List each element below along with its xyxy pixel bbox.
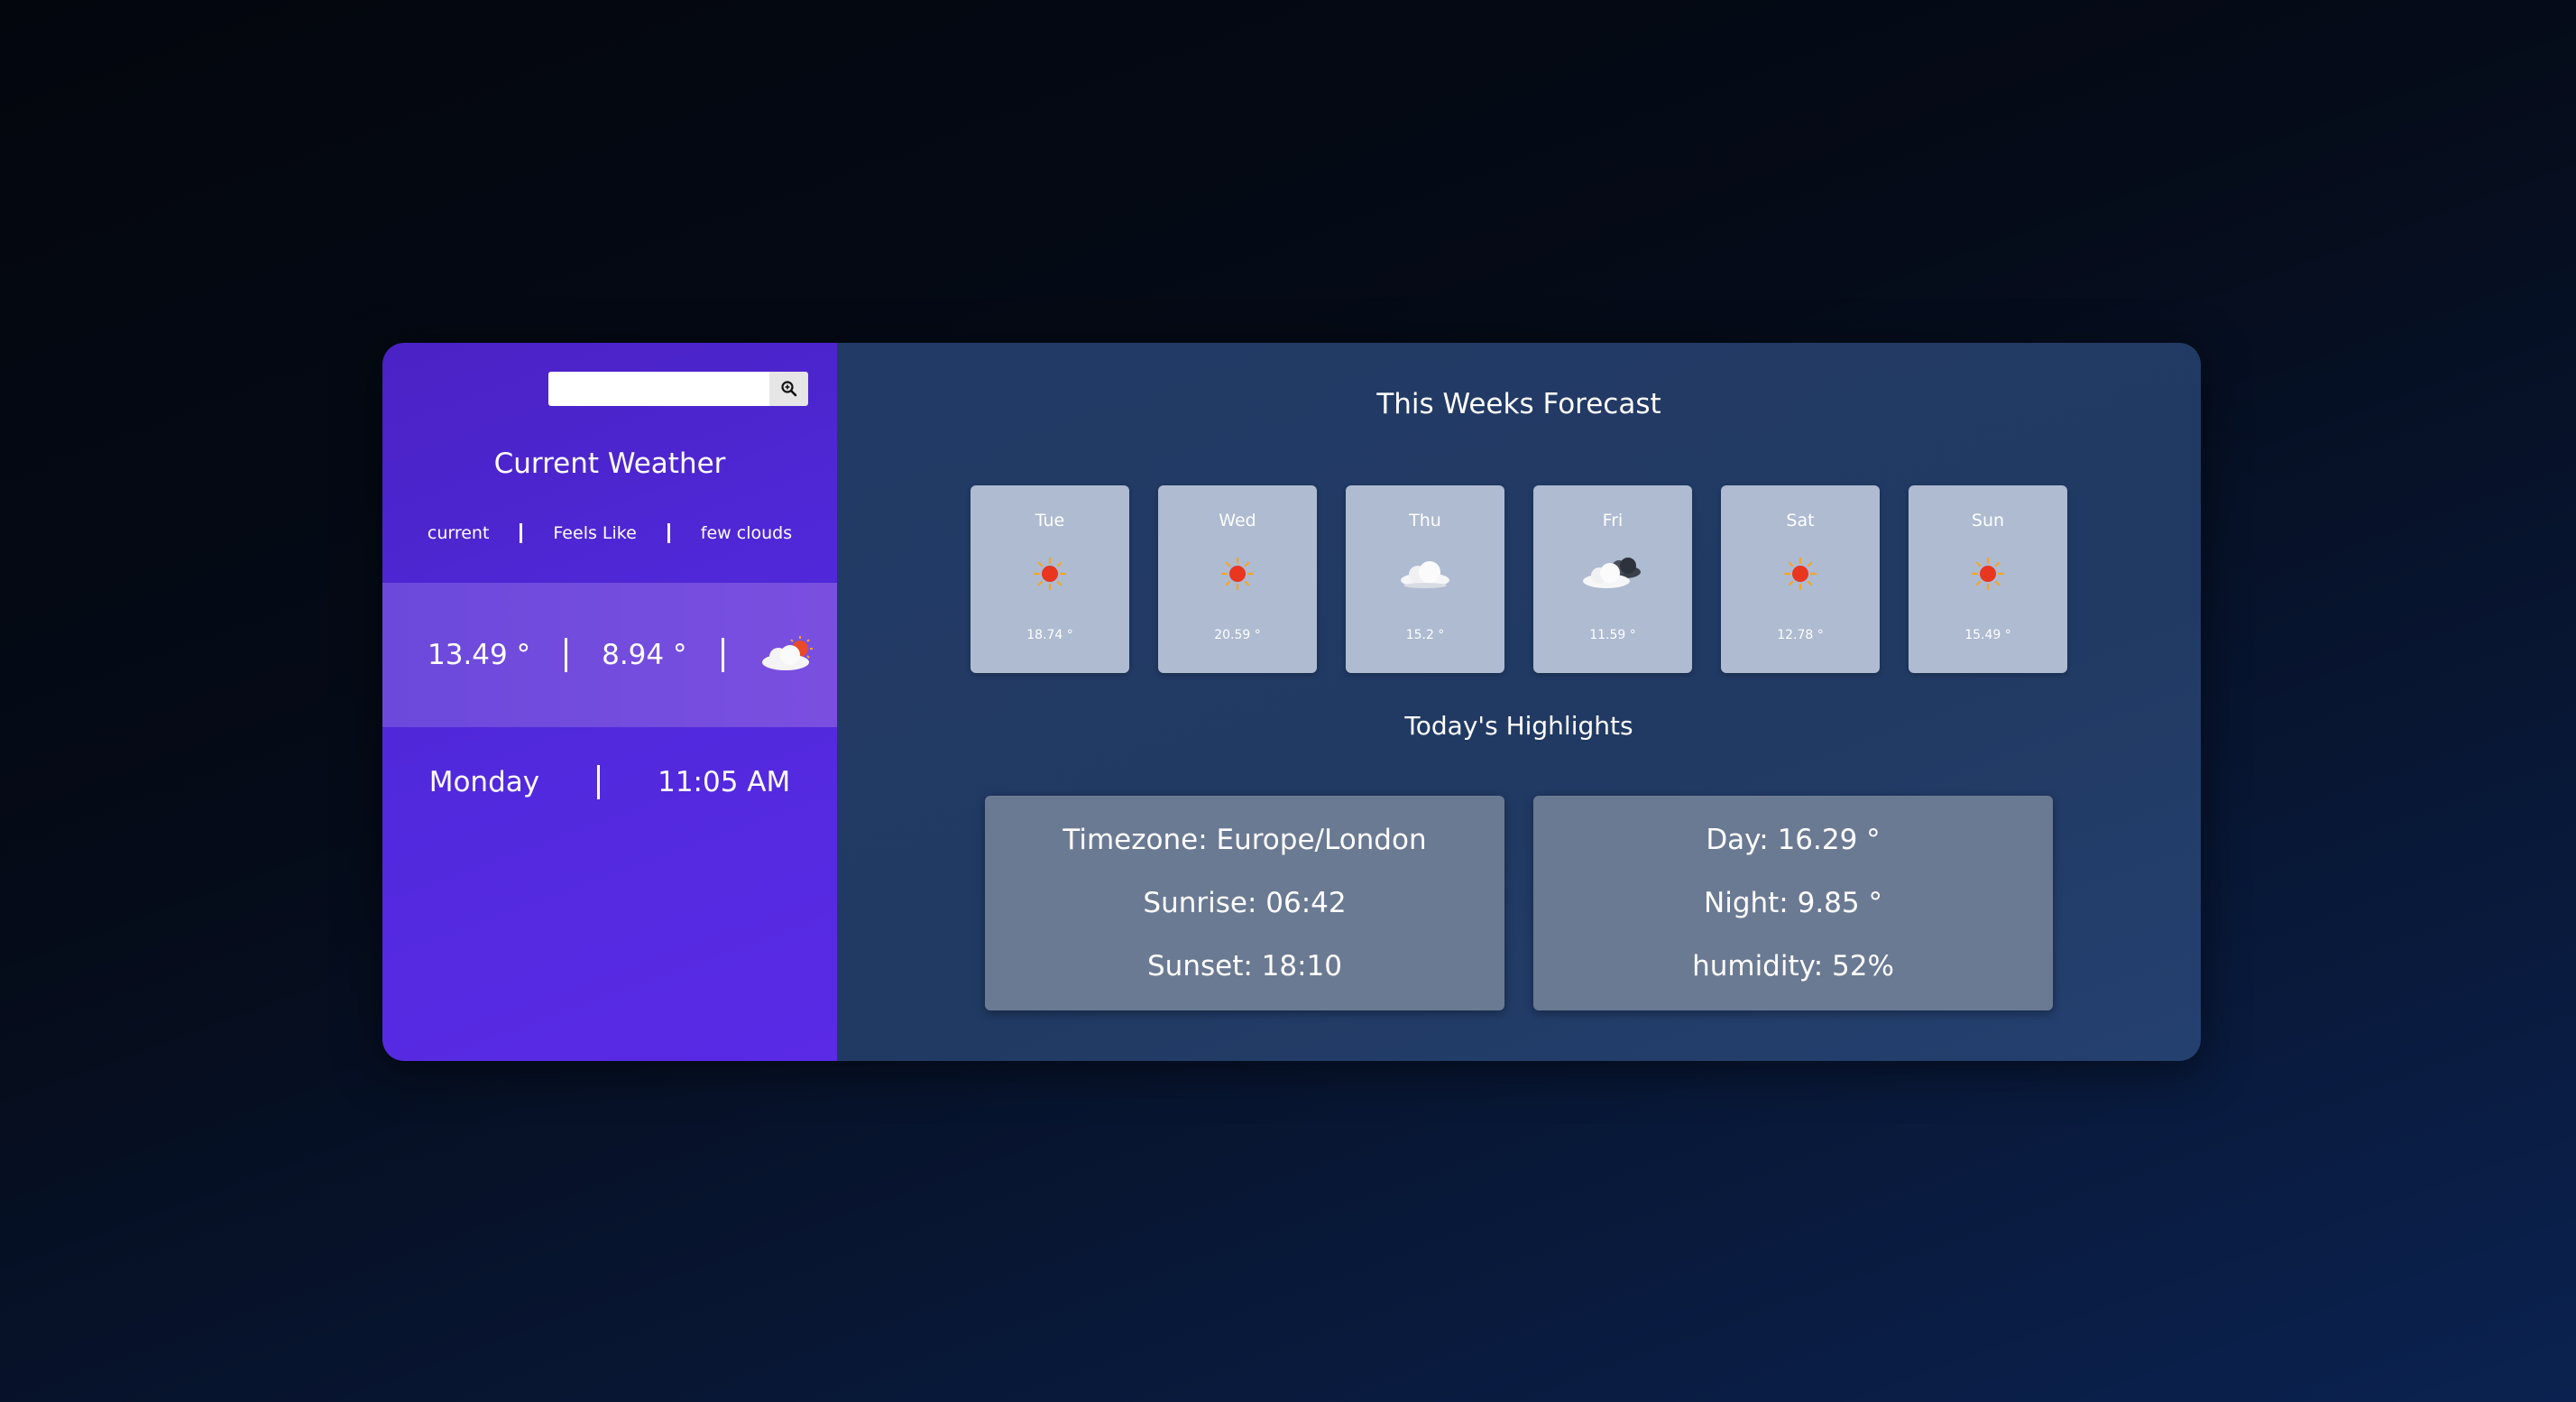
divider <box>565 638 568 672</box>
forecast-day-temp: 15.49 ° <box>1964 628 2011 642</box>
sunrise-text: Sunrise: 06:42 <box>1143 887 1347 919</box>
current-labels: current Feels Like few clouds <box>382 523 837 543</box>
label-feels-like: Feels Like <box>553 523 637 543</box>
current-time: 11:05 AM <box>658 766 791 798</box>
search-button[interactable] <box>769 372 808 406</box>
forecast-day-temp: 18.74 ° <box>1026 628 1073 642</box>
day-temp-text: Day: 16.29 ° <box>1706 824 1881 856</box>
forecast-day-temp: 20.59 ° <box>1214 628 1261 642</box>
current-values-band: 13.49 ° 8.94 ° <box>382 583 837 727</box>
humidity-text: humidity: 52% <box>1692 950 1894 982</box>
search-bar <box>548 372 808 406</box>
forecast-day-name: Sat <box>1786 511 1815 530</box>
highlight-card-temps: Day: 16.29 ° Night: 9.85 ° humidity: 52% <box>1533 796 2053 1010</box>
forecast-days: Tue 18.74 ° Wed 20.59 ° Thu 15.2 ° Fri 1… <box>971 485 2067 673</box>
cloud-icon <box>1401 561 1449 588</box>
forecast-day-card: Sat 12.78 ° <box>1721 485 1880 673</box>
divider <box>721 638 724 672</box>
sun-icon <box>1783 557 1817 591</box>
forecast-day-name: Thu <box>1409 511 1441 530</box>
sun-icon <box>1220 557 1255 591</box>
current-temp: 13.49 ° <box>428 639 531 671</box>
forecast-day-card: Wed 20.59 ° <box>1158 485 1317 673</box>
few-clouds-icon <box>761 636 813 670</box>
highlights-title: Today's Highlights <box>1404 711 1633 741</box>
forecast-day-name: Fri <box>1602 511 1624 530</box>
highlight-card-location: Timezone: Europe/London Sunrise: 06:42 S… <box>985 796 1504 1010</box>
forecast-day-name: Sun <box>1971 511 2005 530</box>
divider <box>597 765 601 799</box>
divider <box>520 523 523 543</box>
sun-icon <box>1971 557 2005 591</box>
label-description: few clouds <box>700 523 793 543</box>
forecast-day-card: Tue 18.74 ° <box>971 485 1129 673</box>
forecast-day-card: Sun 15.49 ° <box>1909 485 2067 673</box>
forecast-day-temp: 11.59 ° <box>1589 628 1636 642</box>
sunset-text: Sunset: 18:10 <box>1147 950 1342 982</box>
broken-clouds-icon <box>1583 558 1641 588</box>
search-input[interactable] <box>548 372 769 406</box>
forecast-day-card: Fri 11.59 ° <box>1533 485 1692 673</box>
current-weather-title: Current Weather <box>493 447 726 480</box>
search-icon <box>780 381 796 397</box>
current-weather-panel: Current Weather current Feels Like few c… <box>382 343 837 1061</box>
forecast-panel: This Weeks Forecast Tue 18.74 ° Wed 20.5… <box>837 343 2201 1061</box>
forecast-day-name: Wed <box>1219 511 1256 530</box>
divider <box>667 523 670 543</box>
forecast-day-temp: 12.78 ° <box>1777 628 1824 642</box>
current-day: Monday <box>428 766 540 798</box>
forecast-day-card: Thu 15.2 ° <box>1346 485 1504 673</box>
forecast-day-temp: 15.2 ° <box>1405 628 1445 642</box>
night-temp-text: Night: 9.85 ° <box>1704 887 1882 919</box>
forecast-title: This Weeks Forecast <box>1376 388 1661 420</box>
weather-card: Current Weather current Feels Like few c… <box>382 343 2201 1061</box>
label-current: current <box>427 523 490 543</box>
sun-icon <box>1033 557 1067 591</box>
timezone-text: Timezone: Europe/London <box>1063 824 1427 856</box>
forecast-day-name: Tue <box>1035 511 1065 530</box>
day-time-row: Monday 11:05 AM <box>382 765 837 799</box>
feels-like-temp: 8.94 ° <box>602 639 687 671</box>
